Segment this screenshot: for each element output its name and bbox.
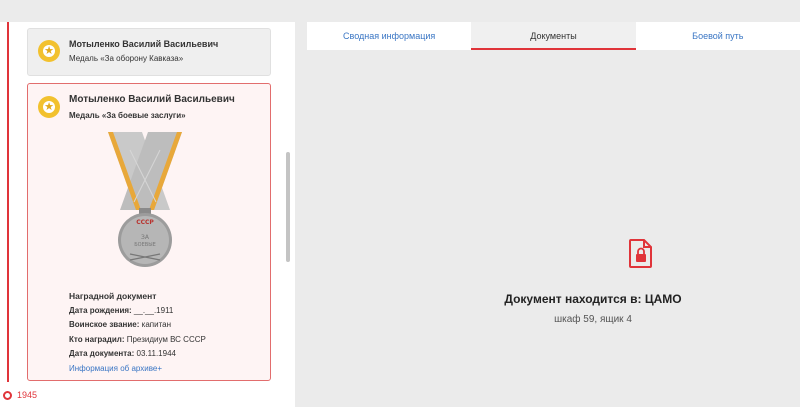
rank-label: Воинское звание: — [69, 320, 140, 329]
award-title: Медаль «За оборону Кавказа» — [69, 54, 184, 63]
svg-text:ЗА: ЗА — [141, 234, 150, 241]
timeline-year: 1945 — [17, 390, 38, 400]
birth-value: __.__.1911 — [133, 305, 174, 315]
document-date-label: Дата документа: — [69, 349, 135, 358]
awarder-value: Президиум ВС СССР — [126, 334, 206, 344]
document-heading: Наградной документ — [69, 291, 157, 301]
award-person-name: Мотыленко Василий Васильевич — [69, 94, 235, 105]
lock-file-icon — [629, 239, 652, 268]
medal-icon: ★ — [38, 96, 60, 118]
svg-text:БОЕВЫЕ: БОЕВЫЕ — [134, 242, 156, 248]
tab-documents[interactable]: Документы — [471, 22, 636, 50]
awarder-label: Кто наградил: — [69, 334, 125, 344]
svg-text:СССР: СССР — [136, 219, 154, 226]
detail-panel: Сводная информация Документы Боевой путь — [307, 22, 800, 407]
medal-image: СССР ЗА БОЕВЫЕ — [108, 132, 182, 267]
award-document: Наградной документ Дата рождения: __.__.… — [69, 289, 206, 376]
medal-icon: ★ — [38, 40, 60, 62]
timeline-line — [7, 22, 9, 382]
award-person-name: Мотыленко Василий Васильевич — [69, 39, 219, 49]
timeline-dot-icon — [3, 391, 12, 400]
scrollbar-thumb[interactable] — [286, 152, 290, 262]
document-date-value: 03.11.1944 — [136, 349, 176, 358]
archive-info-link[interactable]: Информация об архиве+ — [69, 362, 206, 377]
tab-bar: Сводная информация Документы Боевой путь — [307, 22, 800, 50]
tab-combat-path[interactable]: Боевой путь — [636, 22, 800, 50]
birth-label: Дата рождения: — [69, 305, 132, 315]
award-title: Медаль «За боевые заслуги» — [69, 111, 186, 120]
award-card[interactable]: ★ Мотыленко Василий Васильевич Медаль «З… — [27, 28, 271, 76]
tab-summary[interactable]: Сводная информация — [307, 22, 471, 50]
awards-panel: 1945 ★ Мотыленко Василий Васильевич Меда… — [0, 22, 295, 407]
rank-value: капитан — [141, 320, 172, 329]
award-card-selected[interactable]: ★ Мотыленко Василий Васильевич Медаль «З… — [27, 83, 271, 381]
document-location-subtitle: шкаф 59, ящик 4 — [554, 314, 632, 325]
document-location-title: Документ находится в: ЦАМО — [504, 292, 682, 306]
